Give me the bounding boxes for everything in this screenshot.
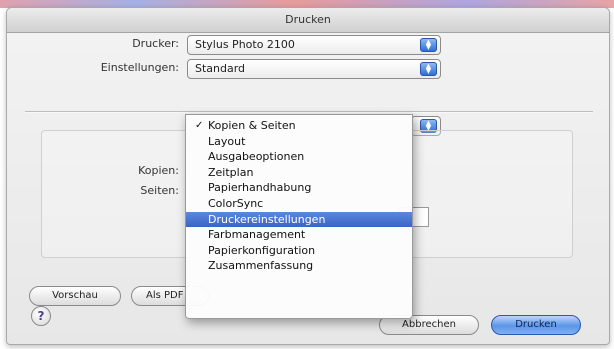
pages-label: Seiten: bbox=[140, 184, 179, 197]
help-icon[interactable]: ? bbox=[31, 306, 51, 326]
menu-item-layout[interactable]: Layout bbox=[186, 134, 412, 150]
popup-arrows-icon: ▲ ▼ bbox=[420, 38, 437, 52]
presets-popup[interactable]: Standard ▲ ▼ bbox=[187, 59, 441, 79]
preview-button[interactable]: Vorschau bbox=[29, 286, 121, 306]
printer-value: Stylus Photo 2100 bbox=[195, 38, 295, 51]
checkmark-icon: ✓ bbox=[195, 120, 204, 131]
presets-value: Standard bbox=[195, 62, 246, 75]
menu-item-zeitplan[interactable]: Zeitplan bbox=[186, 165, 412, 181]
print-button[interactable]: Drucken bbox=[491, 315, 581, 335]
menu-item-zusammenfassung[interactable]: Zusammenfassung bbox=[186, 258, 412, 274]
menu-item-colorsync[interactable]: ColorSync bbox=[186, 196, 412, 212]
separator bbox=[25, 111, 593, 113]
menu-item-farbmanagement[interactable]: Farbmanagement bbox=[186, 227, 412, 243]
menu-item-druckereinstellungen[interactable]: Druckereinstellungen bbox=[186, 211, 412, 228]
printer-popup[interactable]: Stylus Photo 2100 ▲ ▼ bbox=[187, 35, 441, 55]
menu-item-papierhandhabung[interactable]: Papierhandhabung bbox=[186, 180, 412, 196]
presets-label: Einstellungen: bbox=[100, 61, 179, 74]
menu-item-papierkonfiguration[interactable]: Papierkonfiguration bbox=[186, 243, 412, 259]
printer-label: Drucker: bbox=[132, 37, 179, 50]
menu-item-ausgabeoptionen[interactable]: Ausgabeoptionen bbox=[186, 149, 412, 165]
popup-arrows-icon: ▲ ▼ bbox=[420, 62, 437, 76]
panel-menu: ✓ Kopien & Seiten Layout Ausgabeoptionen… bbox=[185, 114, 413, 319]
menu-item-kopien-seiten[interactable]: ✓ Kopien & Seiten bbox=[186, 118, 412, 134]
window-title: Drucken bbox=[7, 8, 609, 33]
copies-label: Kopien: bbox=[138, 164, 179, 177]
